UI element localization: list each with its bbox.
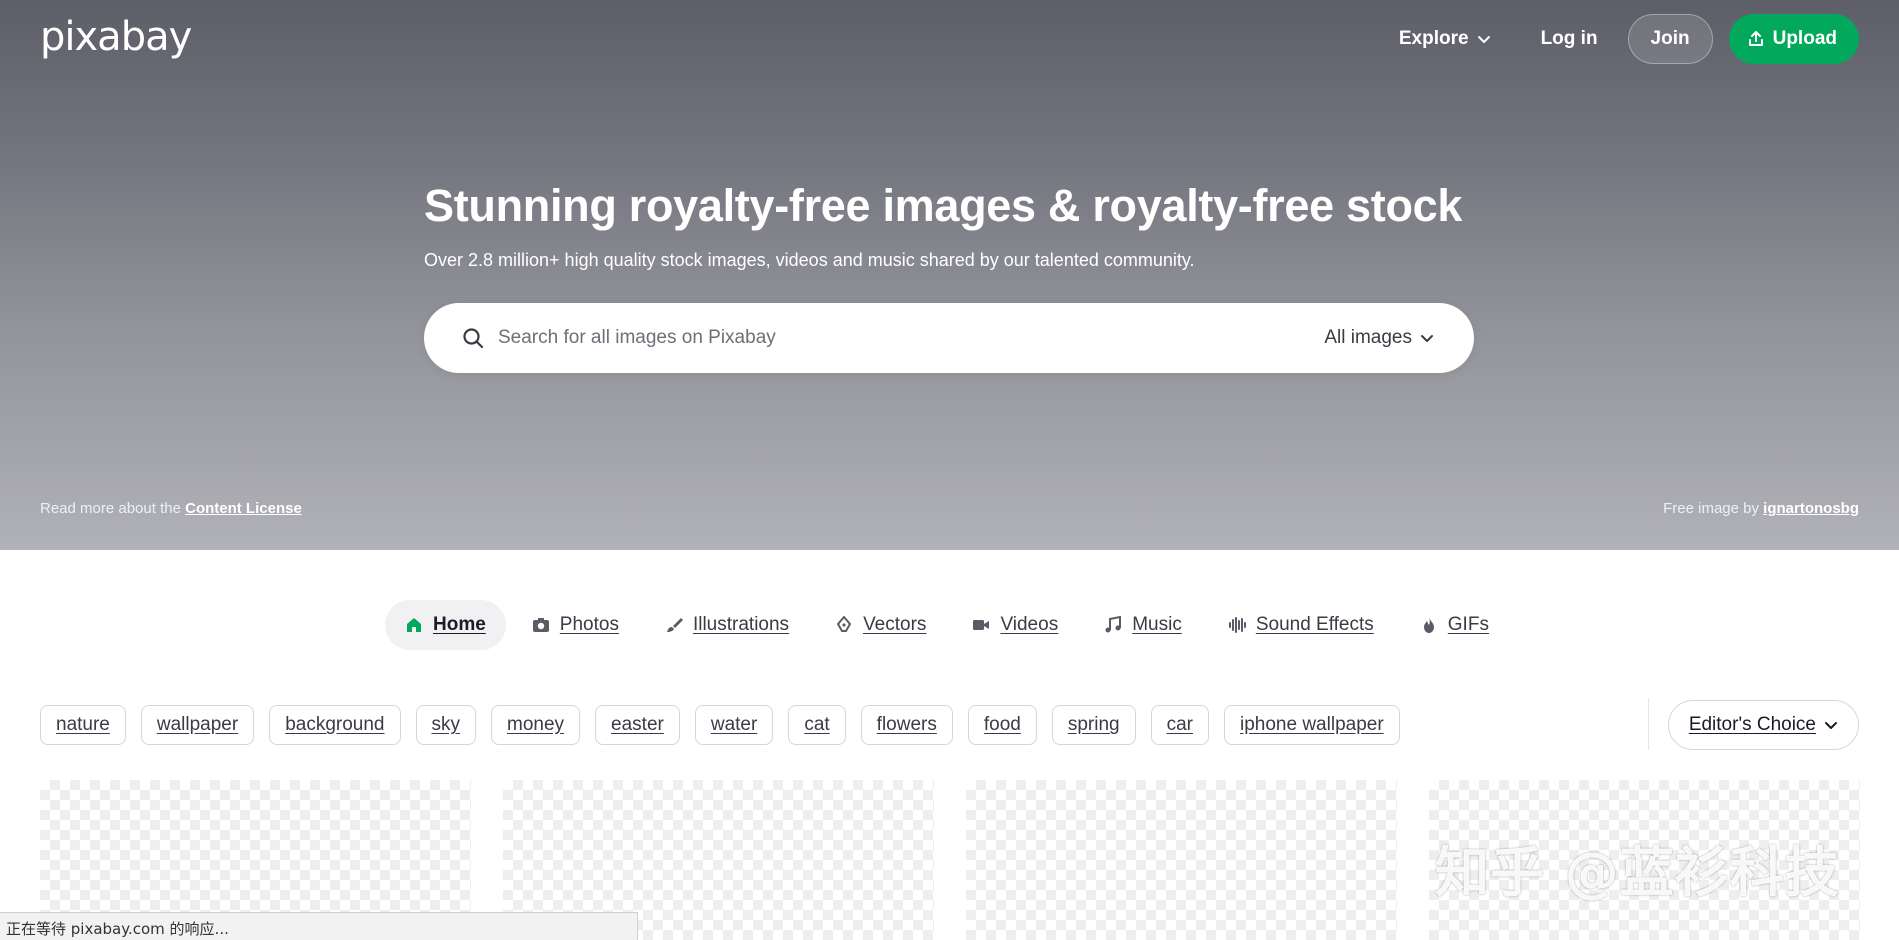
music-note-icon (1105, 616, 1122, 633)
tag-chip[interactable]: money (491, 705, 581, 745)
explore-label: Explore (1398, 28, 1469, 49)
video-camera-icon (973, 620, 990, 630)
tag-label: water (710, 714, 758, 735)
login-link[interactable]: Log in (1541, 28, 1598, 50)
tag-chip[interactable]: wallpaper (140, 705, 255, 745)
image-credit: Free image by ignartonosbg (1663, 500, 1859, 517)
nav-sound-effects[interactable]: Sound Effects (1208, 600, 1394, 650)
nav-illustrations[interactable]: Illustrations (645, 600, 809, 650)
upload-label: Upload (1772, 28, 1837, 49)
brush-icon (666, 618, 683, 632)
browser-status-bar: 正在等待 pixabay.com 的响应... (0, 912, 638, 940)
chevron-down-icon (1477, 36, 1490, 43)
search-input[interactable] (498, 303, 1278, 373)
tag-chip[interactable]: easter (595, 705, 680, 745)
tag-label: money (507, 714, 565, 735)
tag-label: easter (611, 714, 664, 735)
nav-photos-label: Photos (559, 614, 619, 635)
nav-illustrations-label: Illustrations (692, 614, 790, 635)
join-button[interactable]: Join (1627, 14, 1713, 64)
nav-music-label: Music (1132, 614, 1182, 635)
nav-vectors-label: Vectors (863, 614, 927, 635)
upload-icon (1748, 31, 1763, 46)
sort-label: Editor's Choice (1688, 714, 1816, 735)
tag-label: car (1166, 714, 1193, 735)
tag-label: sky (431, 714, 461, 735)
pen-nib-icon (837, 616, 852, 632)
nav-photos[interactable]: Photos (512, 600, 639, 650)
upload-button[interactable]: Upload (1728, 14, 1859, 64)
tag-label: nature (56, 714, 110, 735)
credit-prefix: Free image by (1663, 500, 1759, 517)
header-nav: Explore Log in Join Upload (1399, 14, 1859, 64)
hero-title: Stunning royalty-free images & royalty-f… (424, 180, 1463, 231)
media-type-nav: Home Photos Illustrations Vectors Videos… (385, 600, 1515, 650)
pixabay-logo[interactable]: pixabay (40, 14, 192, 60)
hero-subtitle: Over 2.8 million+ high quality stock ima… (424, 250, 1195, 270)
sort-dropdown[interactable]: Editor's Choice (1667, 700, 1859, 750)
tag-label: background (285, 714, 385, 735)
hero-banner: pixabay Explore Log in Join Upload Stunn… (0, 0, 1899, 550)
content-license-note: Read more about the Content License (40, 500, 302, 517)
explore-menu-button[interactable]: Explore (1399, 28, 1491, 50)
camera-icon (532, 618, 549, 632)
tag-label: wallpaper (156, 714, 239, 735)
tag-chip[interactable]: sky (415, 705, 476, 745)
search-bar: All images (424, 303, 1474, 373)
tag-label: flowers (876, 714, 937, 735)
divider (1648, 698, 1649, 750)
tag-chip[interactable]: car (1150, 705, 1209, 745)
nav-music[interactable]: Music (1084, 600, 1202, 650)
image-placeholder[interactable] (966, 780, 1397, 940)
home-icon (407, 618, 421, 632)
search-icon[interactable] (462, 327, 484, 349)
tag-chip[interactable]: cat (788, 705, 846, 745)
chevron-down-icon (1825, 722, 1837, 729)
nav-gifs-label: GIFs (1447, 614, 1489, 635)
watermark-text: 知乎 @蓝衫科技 (1435, 841, 1840, 904)
search-filter-dropdown[interactable]: All images (1324, 303, 1434, 373)
nav-videos[interactable]: Videos (952, 600, 1078, 650)
flame-icon (1423, 617, 1434, 633)
tag-label: iphone wallpaper (1240, 714, 1384, 735)
chevron-down-icon (1421, 335, 1433, 342)
tag-list: nature wallpaper background sky money ea… (40, 705, 1415, 745)
tag-chip[interactable]: flowers (860, 705, 953, 745)
tag-chip[interactable]: iphone wallpaper (1224, 705, 1400, 745)
tag-chip[interactable]: water (694, 705, 774, 745)
tag-chip[interactable]: background (269, 705, 401, 745)
nav-home-label: Home (433, 614, 486, 635)
nav-videos-label: Videos (1000, 614, 1059, 635)
nav-sound-effects-label: Sound Effects (1255, 614, 1374, 635)
nav-home[interactable]: Home (385, 600, 506, 650)
search-filter-label: All images (1324, 327, 1412, 348)
credit-author-link[interactable]: ignartonosbg (1763, 500, 1859, 517)
content-license-link[interactable]: Content License (185, 500, 302, 517)
tag-chip[interactable]: food (967, 705, 1037, 745)
tag-label: cat (804, 714, 830, 735)
waveform-icon (1228, 617, 1246, 633)
license-prefix: Read more about the (40, 500, 181, 517)
tag-label: food (983, 714, 1021, 735)
tag-label: spring (1067, 714, 1120, 735)
nav-vectors[interactable]: Vectors (815, 600, 946, 650)
tag-chip[interactable]: nature (40, 705, 126, 745)
nav-gifs[interactable]: GIFs (1400, 600, 1509, 650)
tag-chip[interactable]: spring (1051, 705, 1136, 745)
